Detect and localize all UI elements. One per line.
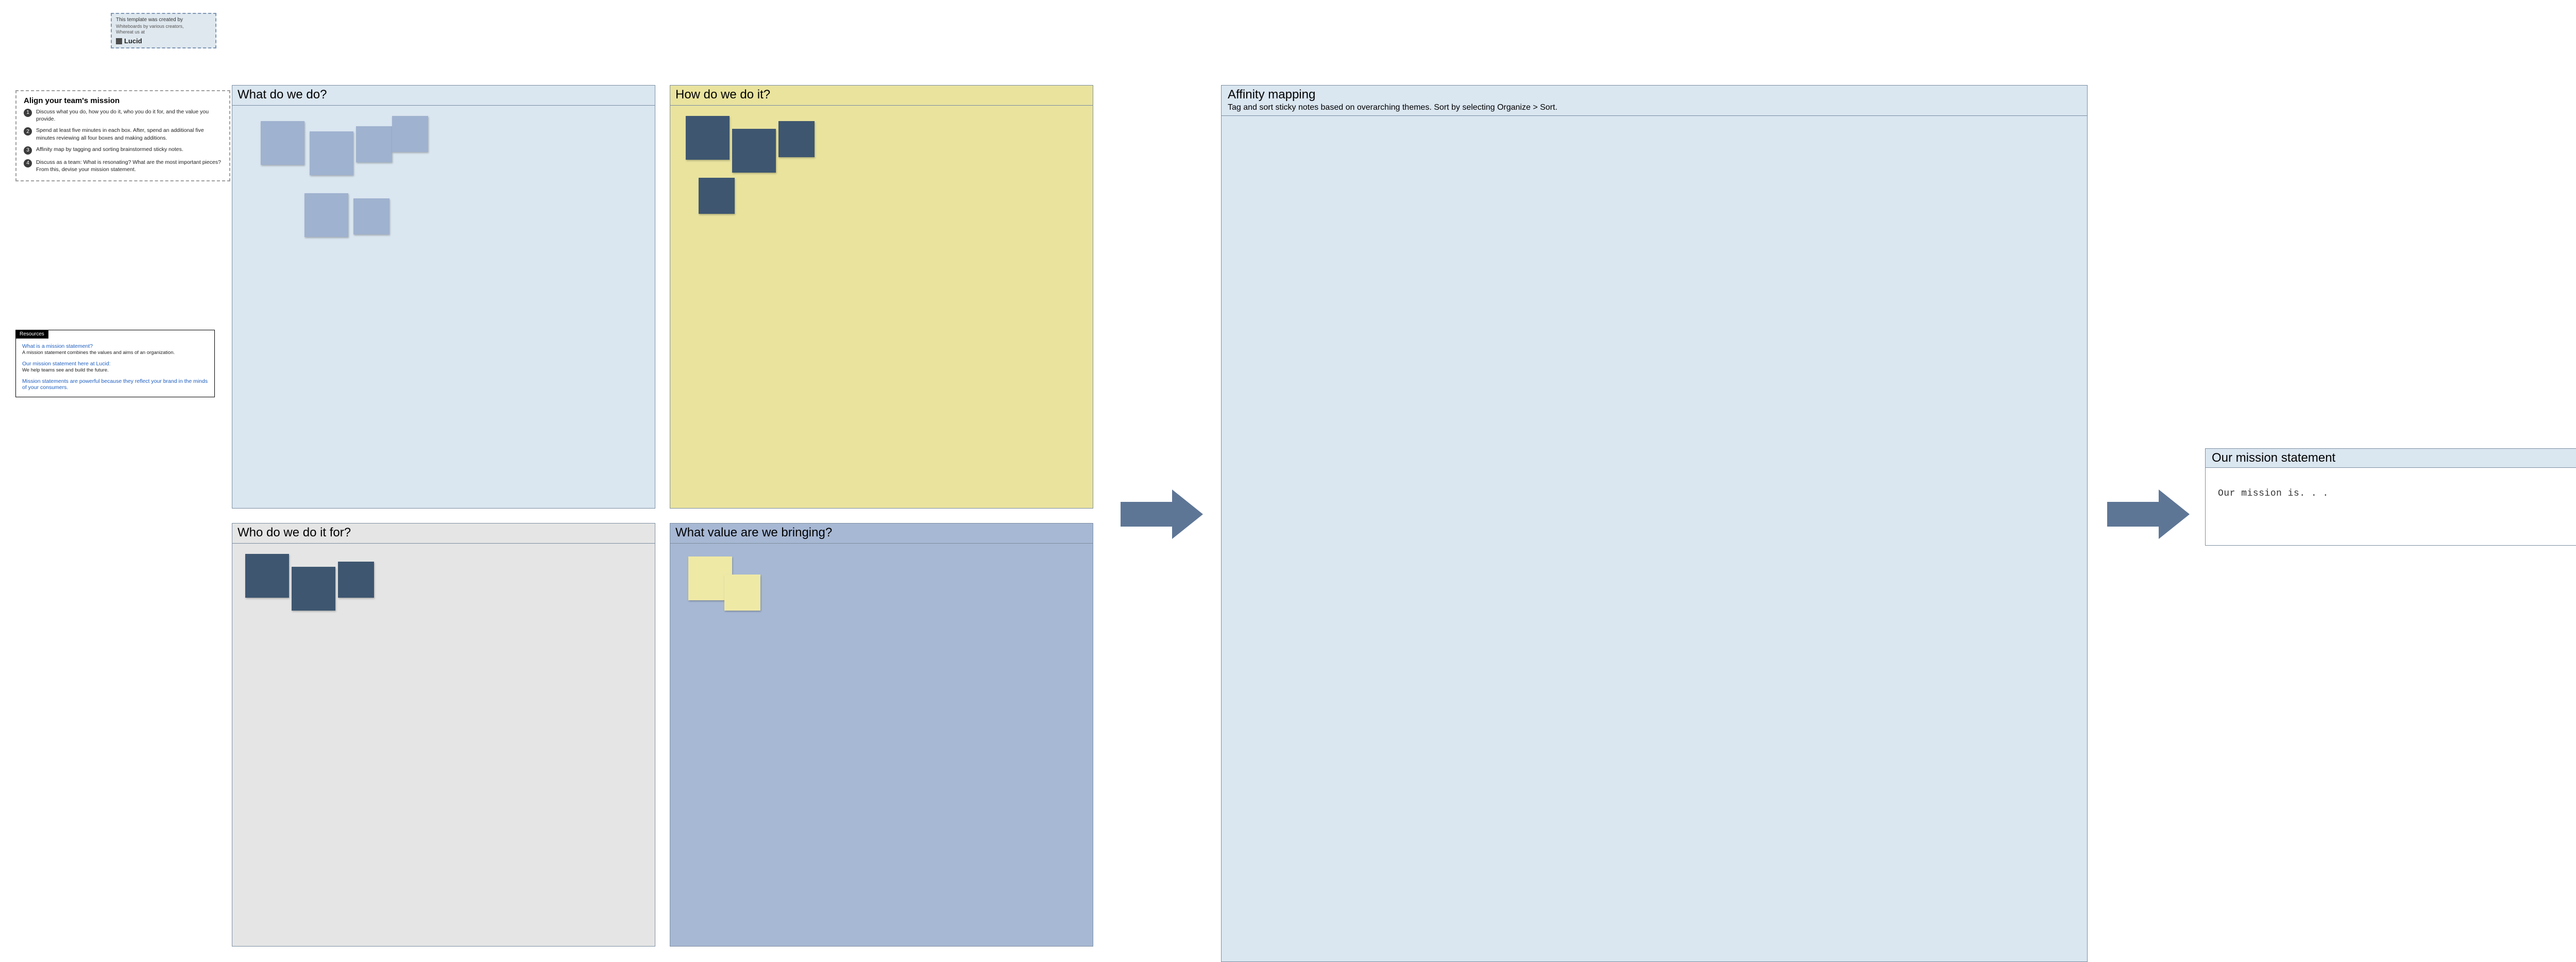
sticky-note[interactable] xyxy=(338,562,374,598)
quadrant-title: What do we do? xyxy=(232,86,655,106)
lucid-logo: Lucid xyxy=(116,37,211,45)
sticky-note[interactable] xyxy=(292,567,335,611)
sticky-note[interactable] xyxy=(304,193,348,237)
lucid-logo-text: Lucid xyxy=(124,37,142,45)
quadrant-who-do-we-do-it-for[interactable]: Who do we do it for? xyxy=(232,523,655,947)
sticky-note[interactable] xyxy=(724,575,760,611)
quadrant-title: What value are we bringing? xyxy=(670,524,1093,544)
resource-link[interactable]: Our mission statement here at Lucid: xyxy=(22,361,208,367)
resources-card: Resources What is a mission statement? A… xyxy=(15,330,215,397)
sticky-note[interactable] xyxy=(245,554,289,598)
resource-subtext: We help teams see and build the future. xyxy=(22,367,208,373)
attr-line: Whiteboards by various creators, xyxy=(116,24,211,29)
template-attribution-card: This template was created by Whiteboards… xyxy=(111,13,216,48)
affinity-mapping-panel[interactable]: Affinity mapping Tag and sort sticky not… xyxy=(1221,85,2088,962)
attr-line: This template was created by xyxy=(116,17,211,24)
instructions-title: Align your team's mission xyxy=(24,96,222,105)
step-text: Discuss as a team: What is resonating? W… xyxy=(36,159,222,173)
resource-item: Mission statements are powerful because … xyxy=(22,378,208,391)
sticky-note[interactable] xyxy=(353,198,389,234)
affinity-title: Affinity mapping xyxy=(1228,88,2081,102)
sticky-note[interactable] xyxy=(356,126,392,162)
sticky-note[interactable] xyxy=(261,121,304,165)
quadrant-title: Who do we do it for? xyxy=(232,524,655,544)
affinity-subtitle: Tag and sort sticky notes based on overa… xyxy=(1228,102,2081,115)
resource-item: What is a mission statement? A mission s… xyxy=(22,343,208,356)
step-number-icon: 2 xyxy=(24,127,32,136)
instruction-step: 2 Spend at least five minutes in each bo… xyxy=(24,127,222,141)
quadrant-what-value[interactable]: What value are we bringing? xyxy=(670,523,1093,947)
step-number-icon: 3 xyxy=(24,146,32,155)
resource-link[interactable]: What is a mission statement? xyxy=(22,343,208,349)
step-text: Spend at least five minutes in each box.… xyxy=(36,127,222,141)
mission-body-text[interactable]: Our mission is. . . xyxy=(2206,468,2576,545)
instruction-step: 3 Affinity map by tagging and sorting br… xyxy=(24,146,222,155)
lucid-logo-icon xyxy=(116,38,122,44)
sticky-note[interactable] xyxy=(732,129,776,173)
resource-item: Our mission statement here at Lucid: We … xyxy=(22,361,208,373)
sticky-note[interactable] xyxy=(699,178,735,214)
resource-subtext: A mission statement combines the values … xyxy=(22,350,208,356)
sticky-note[interactable] xyxy=(310,131,353,175)
mission-title: Our mission statement xyxy=(2206,449,2576,468)
step-number-icon: 4 xyxy=(24,159,32,167)
quadrant-how-do-we-do-it[interactable]: How do we do it? xyxy=(670,85,1093,509)
mission-statement-panel[interactable]: Our mission statement Our mission is. . … xyxy=(2205,448,2576,546)
step-text: Discuss what you do, how you do it, who … xyxy=(36,108,222,123)
instruction-step: 4 Discuss as a team: What is resonating?… xyxy=(24,159,222,173)
step-number-icon: 1 xyxy=(24,109,32,117)
instructions-panel: Align your team's mission 1 Discuss what… xyxy=(15,90,230,181)
resource-link[interactable]: Mission statements are powerful because … xyxy=(22,378,208,391)
sticky-note[interactable] xyxy=(392,116,428,152)
resources-tab-label: Resources xyxy=(15,330,48,339)
step-text: Affinity map by tagging and sorting brai… xyxy=(36,146,183,153)
sticky-note[interactable] xyxy=(778,121,815,157)
instruction-step: 1 Discuss what you do, how you do it, wh… xyxy=(24,108,222,123)
quadrant-what-do-we-do[interactable]: What do we do? xyxy=(232,85,655,509)
sticky-note[interactable] xyxy=(686,116,730,160)
attr-line: Whereat us at xyxy=(116,29,211,35)
quadrant-title: How do we do it? xyxy=(670,86,1093,106)
